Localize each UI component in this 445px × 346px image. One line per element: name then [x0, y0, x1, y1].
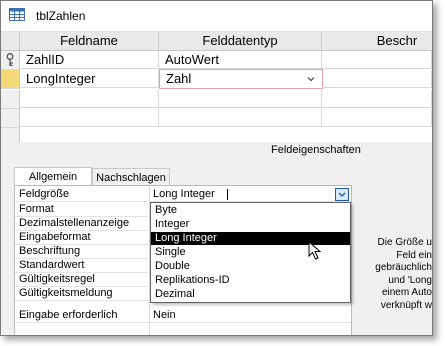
field-properties-label: Feldeigenschaften	[271, 144, 361, 156]
property-name: Standardwert	[19, 259, 85, 271]
text-caret	[227, 189, 228, 200]
field-type-cell[interactable]: AutoWert	[159, 51, 322, 69]
field-description-cell[interactable]	[322, 51, 432, 69]
field-name-cell[interactable]	[20, 90, 159, 108]
window-title: tblZahlen	[36, 9, 86, 23]
field-description-cell[interactable]	[322, 90, 432, 108]
field-type-cell[interactable]	[159, 109, 322, 127]
header-description: Beschr	[322, 32, 432, 51]
field-description-cell[interactable]	[322, 70, 432, 88]
row-selector[interactable]	[1, 109, 20, 128]
mouse-cursor-icon	[308, 241, 322, 260]
chevron-down-icon	[338, 192, 346, 197]
tab-general[interactable]: Allgemein	[14, 167, 92, 185]
property-name: Feldgröße	[19, 188, 70, 200]
property-value[interactable]: Long Integer	[153, 188, 215, 201]
row-selector[interactable]	[1, 51, 20, 70]
help-line: Die Größe u	[377, 237, 432, 248]
help-line: gebräuchlich	[375, 262, 432, 273]
field-type-value: Zahl	[166, 71, 192, 86]
row-selector-active[interactable]	[1, 70, 20, 89]
table-icon	[9, 8, 25, 21]
property-name: Format	[19, 203, 54, 215]
field-description-cell[interactable]	[322, 109, 432, 127]
help-line: einem Auto	[381, 287, 432, 298]
help-text: Die Größe u Feld ein gebräuchlich und 'L…	[363, 237, 432, 312]
chevron-down-icon	[307, 77, 315, 82]
field-type-cell[interactable]	[159, 90, 322, 108]
property-row[interactable]: Eingabe erforderlich Nein	[15, 309, 351, 323]
field-type-cell[interactable]: Zahl	[159, 69, 323, 89]
property-value[interactable]: Nein	[153, 309, 176, 322]
property-name: Dezimalstellenanzeige	[19, 217, 130, 229]
dropdown-option[interactable]: Double	[151, 260, 350, 273]
primary-key-icon	[6, 53, 14, 66]
property-name: Beschriftung	[19, 245, 81, 257]
title-bar: tblZahlen	[1, 1, 432, 32]
field-name-cell[interactable]: LongInteger	[20, 70, 159, 88]
row-selector[interactable]	[1, 128, 20, 142]
field-name-cell[interactable]	[20, 109, 159, 127]
help-line: und 'Long	[388, 274, 432, 286]
property-row[interactable]: Feldgröße Long Integer	[15, 188, 351, 202]
property-name: Eingabe erforderlich	[19, 309, 118, 321]
dropdown-option[interactable]: Dezimal	[151, 288, 350, 301]
property-name: Gültigkeitsmeldung	[19, 287, 113, 299]
access-table-design-window: tblZahlen Feldname Felddatentyp Beschr Z…	[0, 0, 433, 336]
tab-lookup[interactable]: Nachschlagen	[92, 168, 170, 186]
row-selector[interactable]	[1, 90, 20, 109]
header-fieldname: Feldname	[20, 32, 159, 51]
help-line: verknüpft w	[380, 299, 432, 311]
header-datatype: Felddatentyp	[159, 32, 322, 51]
field-name-cell[interactable]: ZahlID	[20, 51, 159, 69]
property-name: Gültigkeitsregel	[19, 273, 95, 285]
dropdown-option[interactable]: Replikations-ID	[151, 274, 350, 287]
dropdown-option[interactable]: Integer	[151, 218, 350, 231]
size-dropdown-button[interactable]	[335, 188, 349, 201]
property-name: Eingabeformat	[19, 231, 91, 243]
field-design-grid: Feldname Felddatentyp Beschr ZahlID Auto…	[1, 32, 432, 142]
help-line: Feld ein	[396, 249, 432, 261]
type-dropdown-button[interactable]	[304, 72, 318, 86]
dropdown-option[interactable]: Byte	[151, 204, 350, 217]
header-corner	[1, 32, 20, 51]
